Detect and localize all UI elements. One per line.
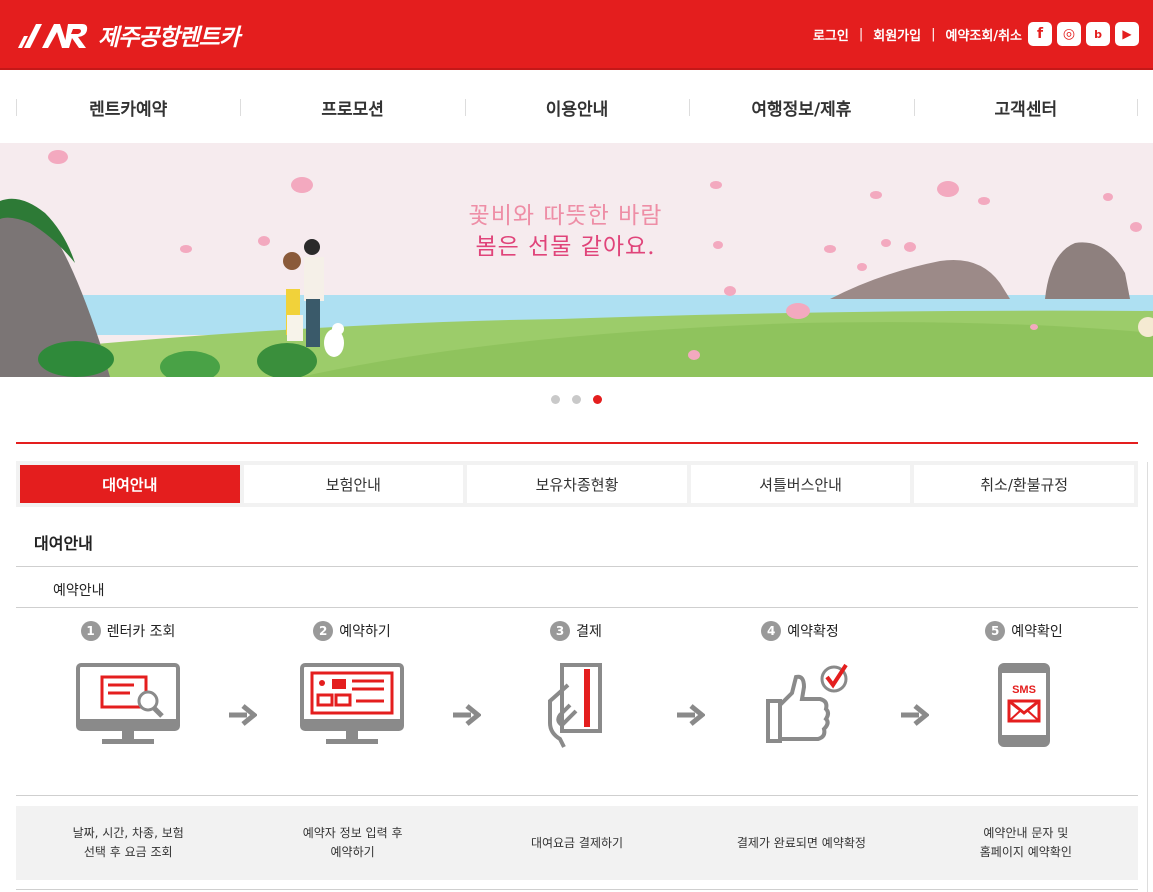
step-label: 예약확인 [1011,624,1063,640]
step-number: 2 [313,621,334,641]
utility-nav: 로그인 | 회원가입 | 예약조회/취소 f ◎ b ▶ [813,22,1139,46]
tab-refund-policy[interactable]: 취소/환불규정 [914,465,1134,503]
nav-item-rent-reservation[interactable]: 렌트카예약 [16,72,240,142]
divider [16,889,1138,890]
divider [16,795,1138,796]
banner-line-2: 봄은 선물 같아요. [475,234,656,260]
step-3-description: 대여요금 결제하기 [530,835,624,850]
step-5-description: 예약안내 문자 및 홈페이지 예약확인 [979,826,1072,859]
main-nav: 렌트카예약 프로모션 이용안내 여행정보/제휴 고객센터 [16,72,1139,142]
guide-tabs: 대여안내 보험안내 보유차종현황 셔틀버스안내 취소/환불규정 [16,461,1138,507]
step-label: 렌터카 조회 [106,624,176,640]
tab-rental-guide[interactable]: 대여안내 [20,465,240,503]
step-label: 결제 [576,624,602,640]
login-link[interactable]: 로그인 [813,25,849,44]
step-5: 5 예약확인 [912,615,1136,647]
nav-item-customer-center[interactable]: 고객센터 [913,72,1139,142]
logo-text: 제주공항렌트카 [98,25,240,51]
monitor-search-icon [16,663,240,749]
divider [16,566,1138,567]
separator: | [858,26,864,42]
step-number: 1 [80,621,101,641]
banner-dot-1[interactable] [551,395,560,404]
section-divider [16,442,1138,444]
banner-copy: 꽃비와 따뜻한 바람 봄은 선물 같아요. [458,201,673,263]
tab-shuttle-bus[interactable]: 셔틀버스안내 [690,465,911,503]
step-number: 5 [985,621,1006,641]
nav-item-travel-info[interactable]: 여행정보/제휴 [689,72,913,142]
nav-item-guide[interactable]: 이용안내 [464,72,689,142]
sns-links: f ◎ b ▶ [1028,22,1139,46]
separator: | [931,26,936,42]
banner-pagination [0,395,1153,404]
monitor-form-icon [240,663,464,749]
blog-icon[interactable]: b [1086,22,1110,46]
step-number: 4 [761,621,782,641]
tab-insurance-guide[interactable]: 보험안내 [243,465,464,503]
step-1-description: 날짜, 시간, 차종, 보험 선택 후 요금 조회 [72,826,184,859]
banner-dot-3[interactable] [593,395,602,404]
divider [16,607,1138,608]
sub-title: 예약안내 [53,583,105,599]
banner-line-1: 꽃비와 따뜻한 바람 [468,203,663,229]
thumbs-up-check-icon [688,663,912,749]
facebook-icon[interactable]: f [1028,22,1052,46]
reservation-steps: 1 렌터카 조회 2 예약하기 3 결제 4 예약확정 5 예약확인 SMS [16,615,1138,795]
step-number: 3 [550,621,571,641]
instagram-icon[interactable]: ◎ [1057,22,1081,46]
step-2: 2 예약하기 [240,615,464,647]
nav-item-promotion[interactable]: 프로모션 [240,72,464,142]
site-logo[interactable]: 제주공항렌트카 [16,18,240,52]
banner-dot-2[interactable] [572,395,581,404]
reservation-lookup-link[interactable]: 예약조회/취소 [945,25,1022,44]
section-title: 대여안내 [34,534,93,553]
step-2-description: 예약자 정보 입력 후 예약하기 [302,826,403,859]
step-4: 4 예약확정 [688,615,912,647]
main-banner[interactable]: 꽃비와 따뜻한 바람 봄은 선물 같아요. [0,143,1153,377]
page-edge [1147,462,1148,892]
step-1: 1 렌터카 조회 [16,615,240,647]
top-bar: 제주공항렌트카 로그인 | 회원가입 | 예약조회/취소 f ◎ b ▶ [0,0,1153,70]
youtube-icon[interactable]: ▶ [1115,22,1139,46]
step-descriptions: 날짜, 시간, 차종, 보험 선택 후 요금 조회 예약자 정보 입력 후 예약… [16,806,1138,880]
signup-link[interactable]: 회원가입 [873,25,921,44]
step-label: 예약확정 [787,624,839,640]
tab-vehicle-status[interactable]: 보유차종현황 [467,465,687,503]
card-payment-icon [464,663,688,749]
step-label: 예약하기 [339,624,391,640]
phone-sms-icon: SMS [912,663,1136,749]
step-4-description: 결제가 완료되면 예약확정 [736,835,866,850]
logo-mark [18,24,88,48]
sms-text: SMS [1012,684,1036,696]
step-3: 3 결제 [464,615,688,647]
